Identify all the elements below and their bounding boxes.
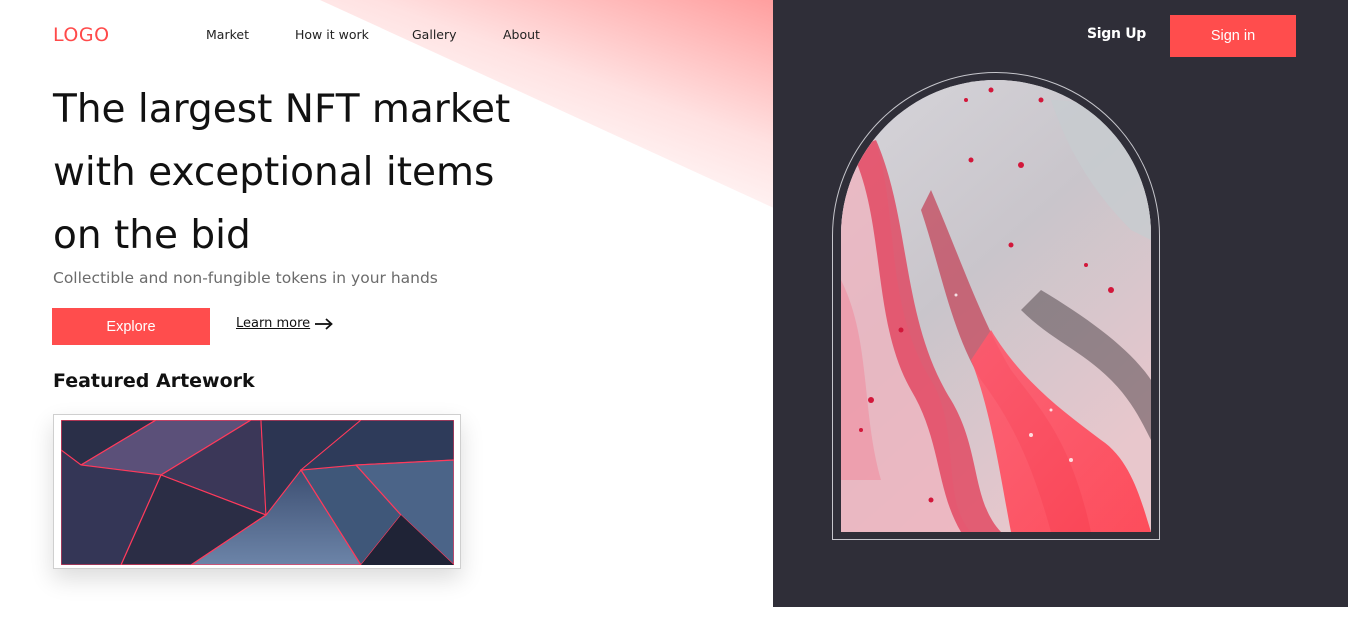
- hero-subtitle: Collectible and non-fungible tokens in y…: [53, 269, 438, 287]
- nav-item-market[interactable]: Market: [206, 27, 249, 42]
- hero-headline: The largest NFT market with exceptional …: [53, 78, 613, 267]
- arrow-right-icon: [315, 317, 333, 330]
- headline-line: on the bid: [53, 213, 251, 258]
- nav-item-about[interactable]: About: [503, 27, 540, 42]
- sign-in-button[interactable]: Sign in: [1170, 15, 1296, 57]
- sign-up-link[interactable]: Sign Up: [1087, 26, 1146, 42]
- headline-line: with exceptional items: [53, 150, 495, 195]
- nav-item-how-it-work[interactable]: How it work: [295, 27, 369, 42]
- featured-artwork-image[interactable]: [61, 420, 454, 565]
- hero-artwork-image[interactable]: [841, 80, 1151, 532]
- logo[interactable]: LOGO: [53, 24, 110, 46]
- nav-item-gallery[interactable]: Gallery: [412, 27, 457, 42]
- explore-button[interactable]: Explore: [52, 308, 210, 345]
- featured-artwork-title: Featured Artework: [53, 370, 255, 392]
- headline-line: The largest NFT market: [53, 87, 511, 132]
- featured-artwork-card[interactable]: [53, 414, 461, 569]
- learn-more-link[interactable]: Learn more: [236, 316, 333, 331]
- learn-more-label: Learn more: [236, 316, 311, 331]
